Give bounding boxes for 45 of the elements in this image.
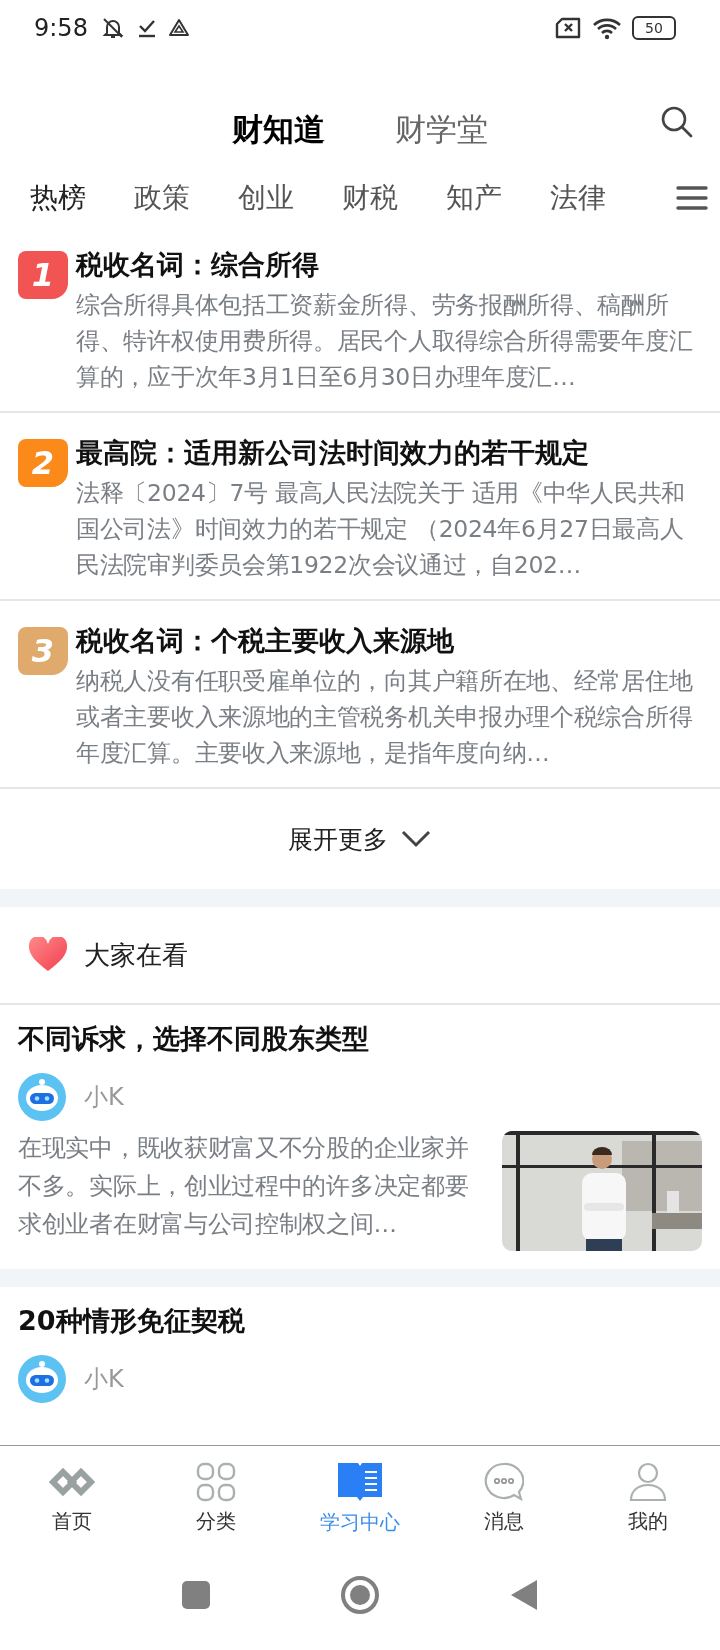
article-summary: 在现实中，既收获财富又不分股的企业家并不多。实际上，创业过程中的许多决定都要求创业者在财富与公司控制权之间… bbox=[18, 1133, 470, 1240]
category-tab[interactable]: 热榜 bbox=[30, 179, 86, 219]
nav-tab[interactable]: 消息 bbox=[432, 1461, 576, 1535]
rank-badge: 2 bbox=[18, 439, 68, 487]
back-button[interactable] bbox=[510, 1579, 538, 1611]
search-icon[interactable] bbox=[660, 105, 694, 139]
article-title[interactable]: 最高院：适用新公司法时间效力的若干规定 bbox=[76, 433, 702, 473]
nav-tab[interactable]: 分类 bbox=[144, 1461, 288, 1535]
section-title: 大家在看 bbox=[84, 938, 188, 972]
status-time: 9:58 bbox=[34, 13, 88, 42]
chevron-down-icon bbox=[400, 829, 432, 849]
triangle-icon bbox=[167, 17, 190, 38]
category-tab[interactable]: 知产 bbox=[446, 179, 502, 219]
robot-avatar-icon bbox=[18, 1073, 66, 1121]
nav-tab[interactable]: 首页 bbox=[0, 1461, 144, 1535]
author-name: 小K bbox=[84, 1364, 124, 1395]
recents-button[interactable] bbox=[182, 1581, 210, 1609]
header-tab[interactable]: 财知道 bbox=[232, 109, 325, 151]
nav-tab[interactable]: 我的 bbox=[576, 1461, 720, 1535]
battery-indicator: 50 bbox=[632, 15, 676, 40]
article-title[interactable]: 不同诉求，选择不同股东类型 bbox=[18, 1017, 702, 1061]
author-name: 小K bbox=[84, 1082, 124, 1113]
category-tab[interactable]: 创业 bbox=[238, 179, 294, 219]
category-tab[interactable]: 法律 bbox=[550, 179, 606, 219]
person-icon bbox=[629, 1461, 667, 1502]
rank-badge: 1 bbox=[18, 251, 68, 299]
article-summary: 纳税人没有任职受雇单位的，向其户籍所在地、经常居住地或者主要收入来源地的主管税务机关申报办理个税综合所得年度汇算。主要收入来源地，是指年度向纳… bbox=[76, 666, 694, 769]
heart-icon bbox=[28, 937, 68, 973]
article-title[interactable]: 税收名词：个税主要收入来源地 bbox=[76, 621, 702, 661]
article-summary: 综合所得具体包括工资薪金所得、劳务报酬所得、稿酬所得、特许权使用费所得。居民个人取得综合所得需要年度汇算的，应于次年3月1日至6月30日办理年度汇… bbox=[76, 290, 694, 393]
chat-bubble-icon bbox=[484, 1461, 524, 1502]
sim-off-icon bbox=[554, 16, 582, 39]
header-tab[interactable]: 财学堂 bbox=[395, 109, 488, 151]
menu-icon[interactable] bbox=[676, 185, 708, 211]
rank-badge: 3 bbox=[18, 627, 68, 675]
grid-icon bbox=[196, 1461, 236, 1502]
article-title[interactable]: 20种情形免征契税 bbox=[18, 1299, 702, 1343]
category-tab[interactable]: 财税 bbox=[342, 179, 398, 219]
article-summary: 法释〔2024〕7号 最高人民法院关于 适用《中华人民共和国公司法》时间效力的若干规定 （2024年6月27日最高人民法院审判委员会第1922次会议通过，自202… bbox=[76, 478, 686, 581]
category-tab[interactable]: 政策 bbox=[134, 179, 190, 219]
robot-avatar-icon bbox=[18, 1355, 66, 1403]
nav-tab[interactable]: 学习中心 bbox=[288, 1460, 432, 1536]
article-title[interactable]: 税收名词：综合所得 bbox=[76, 245, 702, 285]
book-icon bbox=[336, 1460, 384, 1503]
home-button[interactable] bbox=[340, 1575, 380, 1615]
